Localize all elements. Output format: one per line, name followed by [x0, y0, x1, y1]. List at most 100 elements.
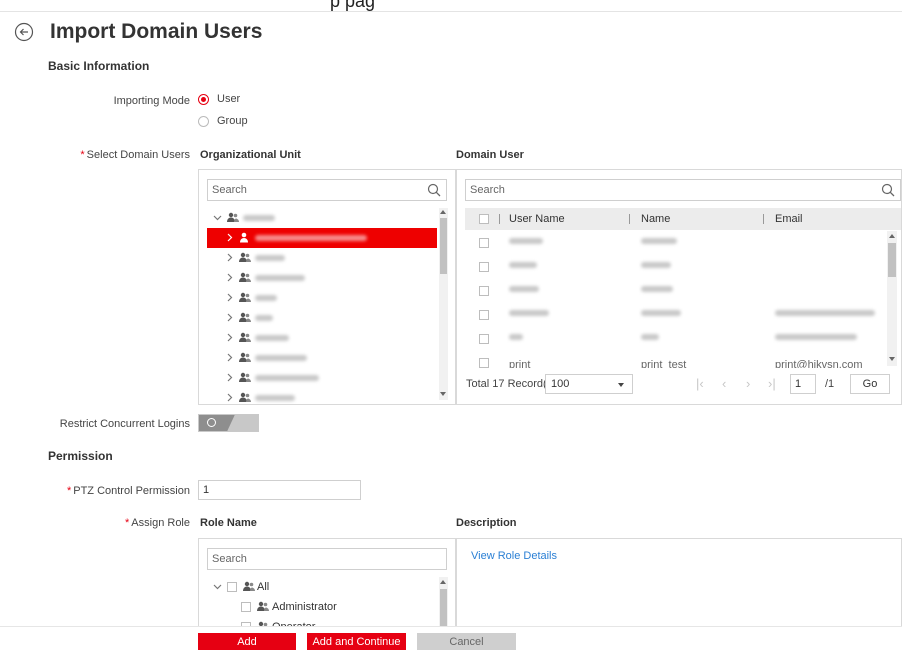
user-table-body: print print_test print@hikvsn.com: [465, 231, 889, 368]
importing-mode-label: Importing Mode: [113, 95, 190, 107]
chevron-right-icon[interactable]: [225, 313, 234, 322]
chevron-right-icon[interactable]: [225, 273, 234, 282]
radio-group-circle[interactable]: [198, 115, 209, 127]
role-tree-scrollbar[interactable]: [439, 577, 448, 629]
row-checkbox[interactable]: [479, 286, 489, 296]
description-header: Description: [456, 517, 517, 529]
user-table-scrollbar[interactable]: [887, 231, 897, 366]
user-group-icon: [239, 252, 251, 262]
user-group-icon: [239, 392, 251, 402]
add-button[interactable]: Add: [198, 633, 296, 650]
chevron-right-icon[interactable]: [225, 353, 234, 362]
search-icon[interactable]: [881, 183, 895, 197]
chevron-right-icon[interactable]: [225, 393, 234, 402]
user-table-scroll-thumb[interactable]: [888, 243, 896, 277]
tree-node-selected[interactable]: [207, 228, 437, 248]
table-row[interactable]: [465, 327, 889, 351]
role-node-administrator[interactable]: Administrator: [207, 597, 437, 617]
row-checkbox[interactable]: [479, 334, 489, 344]
org-unit-search[interactable]: [207, 179, 447, 201]
org-tree-scroll-thumb[interactable]: [440, 218, 447, 274]
chevron-right-icon[interactable]: [225, 293, 234, 302]
tree-node[interactable]: [207, 328, 437, 348]
role-node-all[interactable]: All: [207, 577, 437, 597]
tree-root-node[interactable]: [207, 208, 437, 228]
page-number-field[interactable]: [791, 375, 815, 393]
tree-node[interactable]: [207, 388, 437, 404]
table-row[interactable]: [465, 255, 889, 279]
domain-user-search-input[interactable]: [466, 180, 857, 200]
tree-node[interactable]: [207, 288, 437, 308]
user-group-icon: [257, 601, 269, 611]
table-row[interactable]: [465, 303, 889, 327]
permission-section-title: Permission: [48, 449, 113, 463]
cell-name: print_test: [641, 359, 687, 368]
table-row[interactable]: print print_test print@hikvsn.com: [465, 351, 889, 368]
chevron-down-icon[interactable]: [213, 213, 222, 222]
role-administrator-checkbox[interactable]: [241, 602, 251, 612]
radio-group[interactable]: Group: [198, 115, 248, 127]
cancel-button[interactable]: Cancel: [417, 633, 516, 650]
row-checkbox[interactable]: [479, 310, 489, 320]
role-all-checkbox[interactable]: [227, 582, 237, 592]
domain-user-header: Domain User: [456, 149, 524, 161]
table-row[interactable]: [465, 279, 889, 303]
col-email[interactable]: Email: [775, 213, 803, 225]
go-button[interactable]: Go: [850, 374, 890, 394]
radio-user-label: User: [217, 93, 241, 106]
prev-page-icon[interactable]: ‹: [722, 376, 726, 391]
domain-user-search[interactable]: [465, 179, 901, 201]
role-tree: All Administrator Operator: [207, 577, 439, 629]
col-name[interactable]: Name: [641, 213, 670, 225]
org-unit-header: Organizational Unit: [200, 149, 301, 161]
radio-user[interactable]: User: [198, 93, 240, 105]
row-checkbox[interactable]: [479, 238, 489, 248]
table-row[interactable]: [465, 231, 889, 255]
role-tree-scroll-thumb[interactable]: [440, 589, 447, 629]
cell-user-name: print: [509, 359, 531, 368]
tree-node[interactable]: [207, 368, 437, 388]
tree-node[interactable]: [207, 348, 437, 368]
chevron-right-icon[interactable]: [225, 233, 234, 242]
chevron-right-icon[interactable]: [225, 333, 234, 342]
view-role-details-link[interactable]: View Role Details: [471, 550, 557, 562]
next-page-icon[interactable]: ›: [746, 376, 750, 391]
toggle-off-icon: [207, 418, 216, 427]
back-arrow-icon[interactable]: [14, 22, 34, 42]
dropdown-arrow-icon[interactable]: [618, 383, 624, 387]
role-search[interactable]: [207, 548, 447, 570]
user-group-icon: [239, 292, 251, 302]
page-size-value: 100: [551, 378, 570, 390]
user-icon: [240, 232, 248, 243]
col-user-name[interactable]: User Name: [509, 213, 565, 225]
org-unit-search-input[interactable]: [208, 180, 423, 200]
chevron-down-icon[interactable]: [213, 582, 222, 591]
row-checkbox[interactable]: [479, 358, 489, 368]
org-tree-scrollbar[interactable]: [439, 208, 448, 400]
role-search-input[interactable]: [208, 549, 423, 569]
last-page-icon[interactable]: ›|: [768, 376, 776, 391]
scroll-down-arrow-icon[interactable]: [440, 392, 446, 396]
scroll-up-arrow-icon[interactable]: [440, 580, 446, 584]
cell-email: print@hikvsn.com: [775, 359, 863, 368]
radio-user-circle[interactable]: [198, 93, 209, 105]
select-domain-users-label: * Select Domain Users: [80, 149, 190, 161]
restrict-concurrent-logins-toggle[interactable]: [198, 414, 259, 432]
scroll-up-arrow-icon[interactable]: [440, 210, 446, 214]
add-and-continue-button[interactable]: Add and Continue: [307, 633, 406, 650]
tree-node[interactable]: [207, 248, 437, 268]
scroll-down-arrow-icon[interactable]: [889, 357, 895, 361]
ptz-control-permission-field[interactable]: [199, 481, 360, 499]
scroll-up-arrow-icon[interactable]: [889, 234, 895, 238]
chevron-right-icon[interactable]: [225, 373, 234, 382]
page-number-input[interactable]: [790, 374, 816, 394]
select-all-checkbox[interactable]: [479, 214, 489, 224]
chevron-right-icon[interactable]: [225, 253, 234, 262]
first-page-icon[interactable]: |‹: [696, 376, 704, 391]
tree-node[interactable]: [207, 268, 437, 288]
ptz-control-permission-input[interactable]: [198, 480, 361, 500]
row-checkbox[interactable]: [479, 262, 489, 272]
search-icon[interactable]: [427, 183, 441, 197]
tree-node[interactable]: [207, 308, 437, 328]
page-size-select[interactable]: 100: [545, 374, 633, 394]
